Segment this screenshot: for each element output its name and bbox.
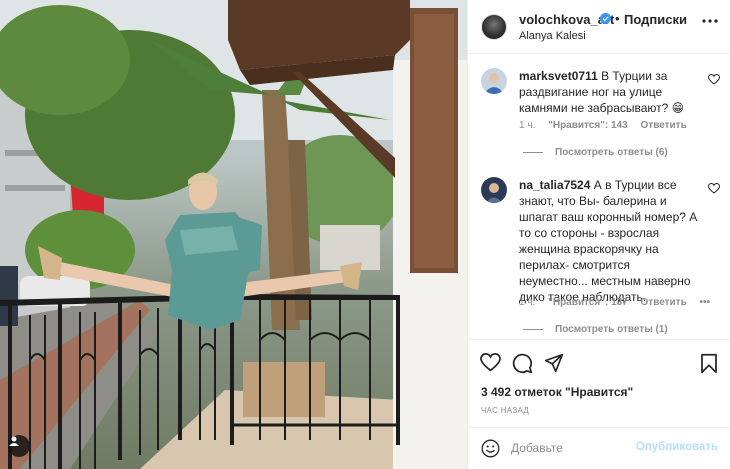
likes-count[interactable]: 3 492 отметок "Нравится" bbox=[481, 385, 633, 399]
comment-time[interactable]: 1 ч. bbox=[519, 297, 535, 308]
replies-divider bbox=[523, 151, 543, 153]
header-separator: • bbox=[615, 11, 620, 26]
post-header: volochkova_art • Подписки Alanya Kalesi bbox=[468, 0, 730, 54]
share-icon[interactable] bbox=[544, 353, 564, 373]
avatar-image bbox=[481, 68, 507, 94]
bookmark-icon[interactable] bbox=[700, 353, 718, 374]
comment-username[interactable]: marksvet0711 bbox=[519, 69, 598, 83]
view-replies-button[interactable]: Посмотреть ответы (6) bbox=[523, 147, 668, 158]
author-avatar[interactable] bbox=[481, 14, 507, 40]
comment-like-count[interactable]: "Нравится": 143 bbox=[548, 120, 628, 131]
comment-meta: 1 ч. "Нравится": 137 Ответить ••• bbox=[519, 297, 720, 308]
comment-meta: 1 ч. "Нравится": 143 Ответить bbox=[519, 120, 697, 131]
comment-options-button[interactable]: ••• bbox=[700, 297, 711, 308]
comments-list[interactable]: marksvet0711 В Турции за раздвигание ног… bbox=[468, 54, 730, 339]
commenter-avatar[interactable] bbox=[481, 68, 507, 94]
add-comment-bar: Опубликовать bbox=[468, 427, 730, 469]
comment-input[interactable] bbox=[511, 438, 631, 458]
following-button[interactable]: Подписки bbox=[624, 12, 687, 27]
user-silhouette-icon bbox=[9, 436, 19, 446]
post-actions: 3 492 отметок "Нравится" ЧАС НАЗАД bbox=[468, 339, 730, 439]
post-location[interactable]: Alanya Kalesi bbox=[519, 30, 586, 42]
verified-badge-icon bbox=[600, 13, 611, 24]
commenter-avatar[interactable] bbox=[481, 177, 507, 203]
smiley-icon[interactable] bbox=[481, 439, 500, 458]
view-replies-button[interactable]: Посмотреть ответы (1) bbox=[523, 324, 668, 335]
comment-body: А в Турции все знают, что Вы- балерина и… bbox=[519, 178, 698, 304]
comment-time[interactable]: 1 ч. bbox=[519, 120, 535, 131]
photo-scene bbox=[0, 0, 467, 469]
like-comment-heart-icon[interactable] bbox=[708, 183, 720, 194]
post-side-panel: volochkova_art • Подписки Alanya Kalesi bbox=[467, 0, 730, 469]
post-photo[interactable] bbox=[0, 0, 467, 469]
more-horizontal-icon[interactable] bbox=[702, 18, 718, 24]
comment-emoji: 😁 bbox=[671, 101, 685, 115]
comment-text: marksvet0711 В Турции за раздвигание ног… bbox=[519, 68, 699, 116]
replies-divider bbox=[523, 328, 543, 330]
publish-button[interactable]: Опубликовать bbox=[636, 441, 718, 453]
comment-username[interactable]: na_talia7524 bbox=[519, 178, 590, 192]
comment-like-count[interactable]: "Нравится": 137 bbox=[548, 297, 628, 308]
view-replies-label: Посмотреть ответы (6) bbox=[555, 147, 668, 158]
reply-button[interactable]: Ответить bbox=[641, 120, 687, 131]
like-comment-heart-icon[interactable] bbox=[708, 74, 720, 85]
view-replies-label: Посмотреть ответы (1) bbox=[555, 324, 668, 335]
post-time[interactable]: ЧАС НАЗАД bbox=[481, 406, 529, 415]
comment-text: na_talia7524 А в Турции все знают, что В… bbox=[519, 177, 699, 305]
heart-icon[interactable] bbox=[480, 353, 501, 372]
reply-button[interactable]: Ответить bbox=[641, 297, 687, 308]
comment-icon[interactable] bbox=[512, 353, 533, 374]
avatar-image bbox=[481, 177, 507, 203]
tagged-user-icon[interactable] bbox=[8, 435, 30, 457]
